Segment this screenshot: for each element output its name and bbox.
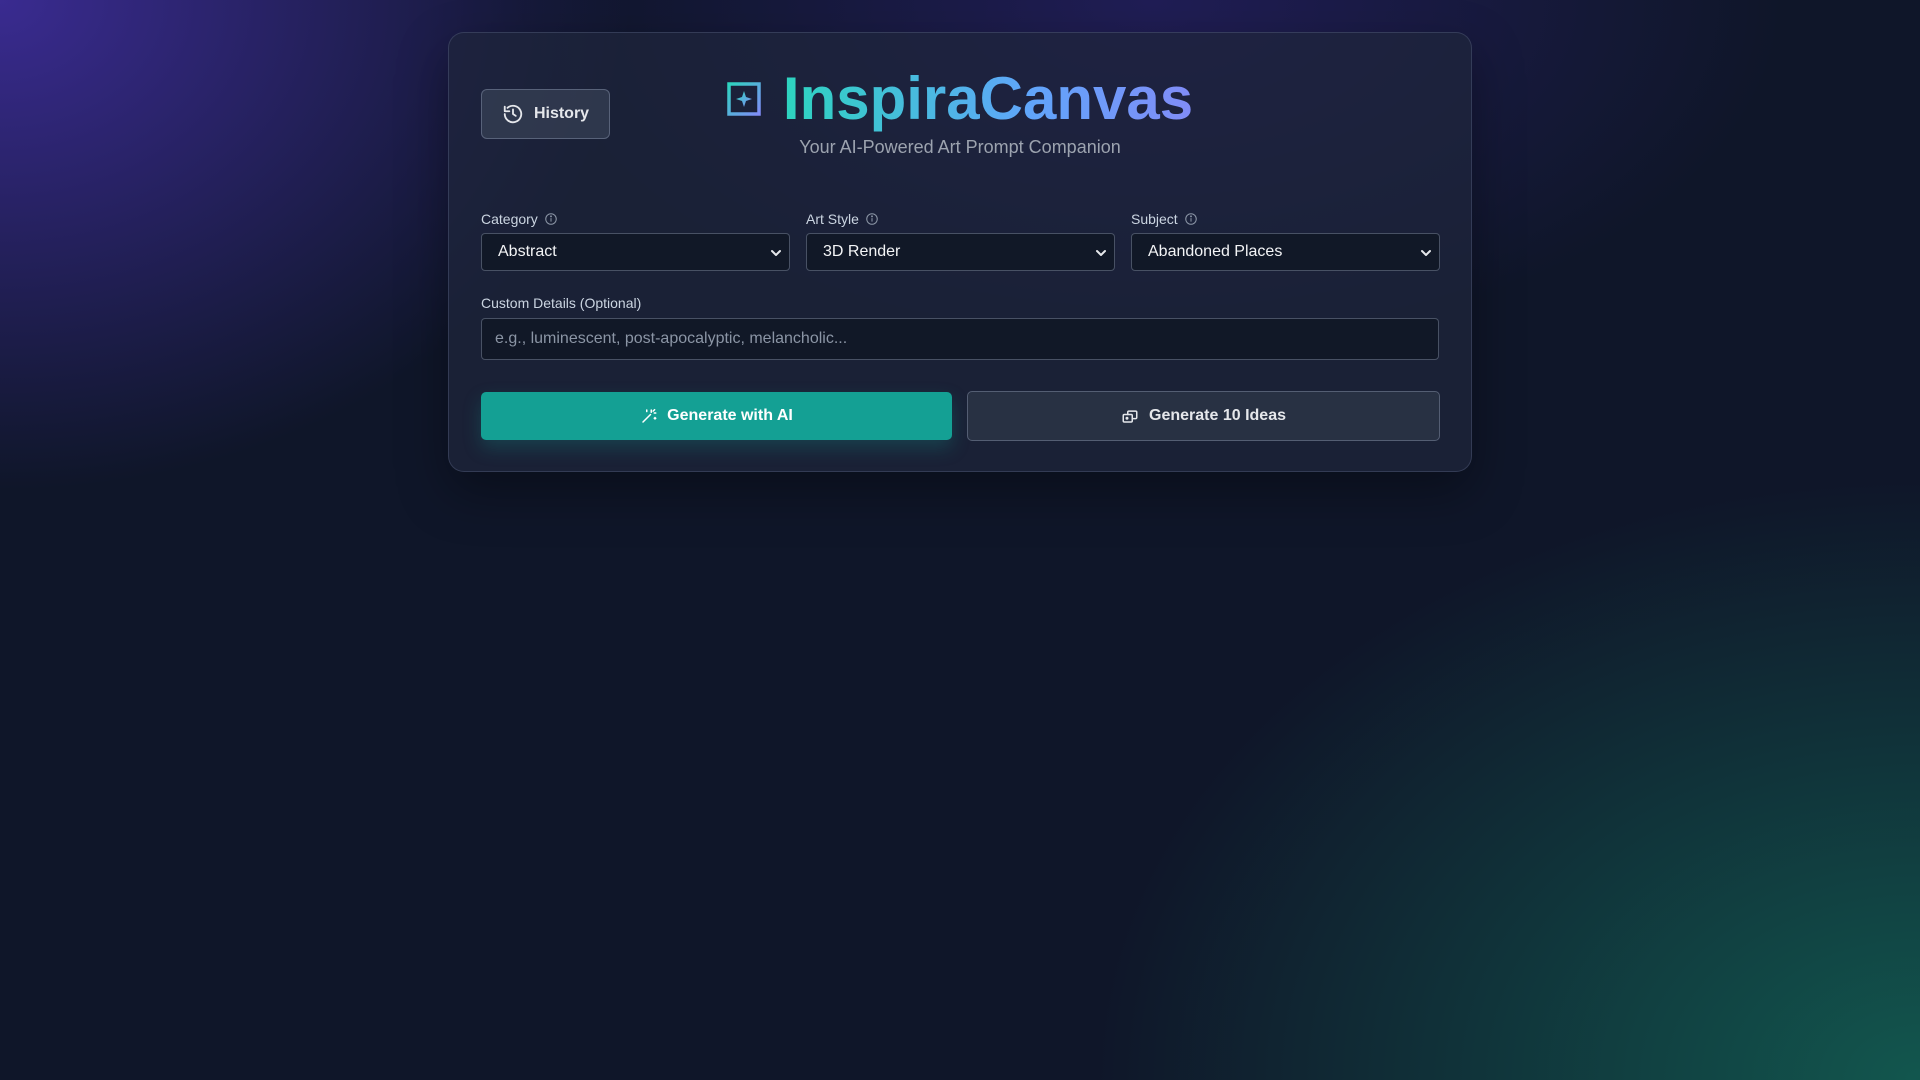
generate-with-ai-label: Generate with AI bbox=[667, 407, 793, 424]
generate-ideas-button[interactable]: Generate 10 Ideas bbox=[967, 391, 1440, 441]
cards-icon bbox=[1122, 410, 1138, 423]
art-style-info-icon[interactable] bbox=[865, 212, 879, 226]
category-label-text: Category bbox=[481, 211, 538, 227]
custom-details-input[interactable] bbox=[481, 318, 1439, 360]
art-style-select[interactable]: 3D Render bbox=[806, 233, 1115, 271]
chevron-down-icon bbox=[1421, 250, 1431, 256]
subject-info-icon[interactable] bbox=[1184, 212, 1198, 226]
category-info-icon[interactable] bbox=[544, 212, 558, 226]
app-subtitle: Your AI-Powered Art Prompt Companion bbox=[799, 137, 1121, 157]
art-style-label-text: Art Style bbox=[806, 211, 859, 227]
app-title: InspiraCanvas bbox=[783, 61, 1193, 137]
subject-select[interactable]: Abandoned Places bbox=[1131, 233, 1440, 271]
category-select-value: Abstract bbox=[498, 243, 557, 260]
subject-label-text: Subject bbox=[1131, 211, 1178, 227]
chevron-down-icon bbox=[771, 250, 781, 256]
chevron-down-icon bbox=[1096, 250, 1106, 256]
generate-with-ai-button[interactable]: Generate with AI bbox=[481, 392, 952, 440]
custom-details-label: Custom Details (Optional) bbox=[481, 295, 642, 311]
generate-ideas-label: Generate 10 Ideas bbox=[1149, 407, 1286, 424]
art-style-select-value: 3D Render bbox=[823, 243, 901, 260]
brand: InspiraCanvas bbox=[449, 61, 1471, 137]
prompt-generator-card: History InspiraCanvas Your AI-Powered Ar… bbox=[448, 32, 1472, 472]
art-style-label: Art Style bbox=[806, 211, 879, 227]
magic-wand-icon bbox=[642, 408, 657, 423]
category-select[interactable]: Abstract bbox=[481, 233, 790, 271]
sparkle-frame-icon bbox=[727, 82, 761, 116]
subject-label: Subject bbox=[1131, 211, 1198, 227]
category-label: Category bbox=[481, 211, 558, 227]
subject-select-value: Abandoned Places bbox=[1148, 243, 1283, 260]
